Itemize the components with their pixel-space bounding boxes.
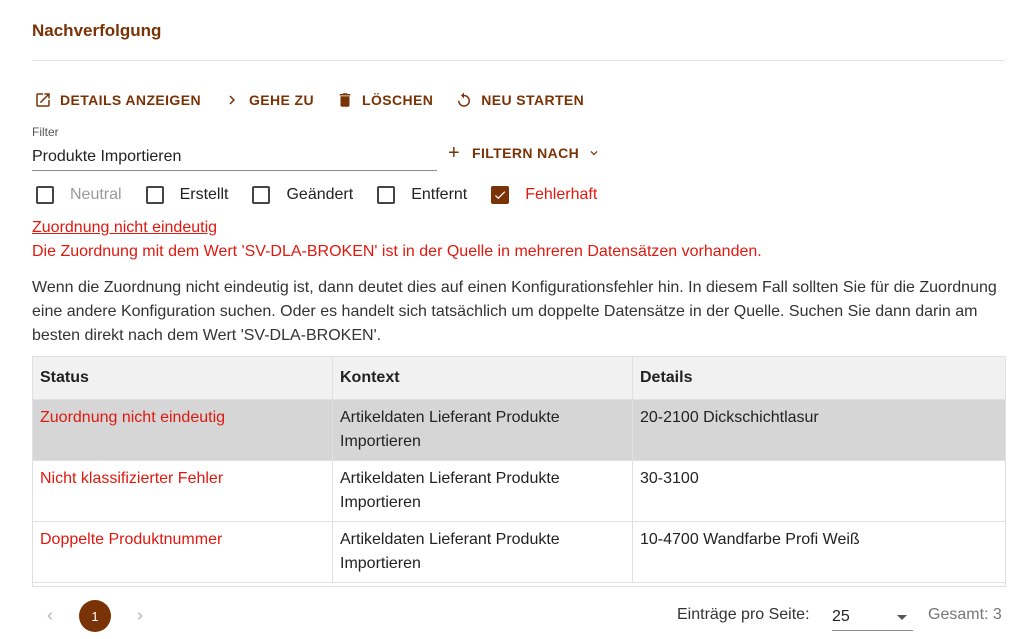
chevron-right-icon [137,612,143,620]
checkmark-icon [495,191,506,200]
filter-fehlerhaft-checkbox[interactable]: Fehlerhaft [491,186,597,204]
results-table: Status Kontext Details Zuordnung nicht e… [32,356,1006,583]
row-context: Artikeldaten Lieferant Produkte Importie… [333,522,633,582]
restart-button[interactable]: NEU STARTEN [453,89,584,111]
trash-icon [334,89,356,111]
row-details: 20-2100 Dickschichtlasur [640,409,819,426]
error-message: Die Zuordnung mit dem Wert 'SV-DLA-BROKE… [32,243,762,260]
table-scroll-edge [32,581,1006,587]
page-title: Nachverfolgung [32,21,162,40]
row-status: Zuordnung nicht eindeutig [33,400,333,460]
column-header-details[interactable]: Details [633,357,1005,399]
filter-fehlerhaft-label: Fehlerhaft [525,186,598,203]
filter-erstellt-checkbox[interactable]: Erstellt [145,186,229,204]
restart-icon [453,89,475,111]
filter-geaendert-label: Geändert [286,186,354,203]
checkbox-box[interactable] [145,186,164,204]
restart-button-label: NEU STARTEN [481,92,585,108]
error-title-link[interactable]: Zuordnung nicht eindeutig [32,219,217,237]
delete-button[interactable]: LÖSCHEN [334,89,433,111]
previous-page-button[interactable] [36,602,64,630]
open-in-new-icon [32,89,54,111]
goto-button-label: GEHE ZU [248,92,314,108]
row-status: Doppelte Produktnummer [33,522,333,582]
total-count: Gesamt: 3 [928,606,1002,623]
goto-button[interactable]: GEHE ZU [221,89,314,111]
chevron-down-icon [587,146,601,160]
table-row[interactable]: Doppelte Produktnummer Artikeldaten Lief… [33,522,1005,583]
filter-geaendert-checkbox[interactable]: Geändert [252,186,353,204]
status-filter-group: Neutral Erstellt Geändert Entfernt Fehle… [36,183,621,207]
filter-erstellt-label: Erstellt [179,186,229,203]
filter-neutral-checkbox[interactable]: Neutral [36,186,122,204]
filter-input[interactable] [32,144,437,171]
pagination: 1 [36,600,154,632]
next-page-button[interactable] [126,602,154,630]
per-page-select[interactable]: 25 [832,604,913,631]
plus-icon: + [447,141,461,164]
checkbox-box[interactable] [252,186,271,204]
checkbox-box[interactable] [377,186,396,204]
table-row[interactable]: Zuordnung nicht eindeutig Artikeldaten L… [33,400,1005,461]
row-context: Artikeldaten Lieferant Produkte Importie… [333,400,633,460]
page-number-button[interactable]: 1 [79,600,111,632]
checkbox-box-checked[interactable] [491,186,510,204]
error-description: Wenn die Zuordnung nicht eindeutig ist, … [32,279,997,344]
row-status: Nicht klassifizierter Fehler [33,461,333,521]
filter-neutral-label: Neutral [70,186,122,203]
filter-label: Filter [32,125,59,139]
filter-entfernt-checkbox[interactable]: Entfernt [377,186,467,204]
column-header-context[interactable]: Kontext [333,357,633,399]
row-context: Artikeldaten Lieferant Produkte Importie… [333,461,633,521]
per-page-label: Einträge pro Seite: [677,606,810,623]
action-toolbar: DETAILS ANZEIGEN GEHE ZU LÖSCHEN NEU STA… [32,88,604,112]
delete-button-label: LÖSCHEN [362,92,434,108]
table-row[interactable]: Nicht klassifizierter Fehler Artikeldate… [33,461,1005,522]
per-page-value: 25 [832,608,850,625]
chevron-left-icon [47,612,53,620]
row-details: 10-4700 Wandfarbe Profi Weiß [640,531,860,548]
dropdown-caret-icon [897,614,907,620]
details-button[interactable]: DETAILS ANZEIGEN [32,89,201,111]
row-details: 30-3100 [640,470,699,487]
checkbox-box[interactable] [36,186,54,204]
details-button-label: DETAILS ANZEIGEN [60,92,201,108]
table-header-row: Status Kontext Details [33,357,1005,400]
filter-by-button[interactable]: + FILTERN NACH [446,141,601,165]
column-header-status[interactable]: Status [33,357,333,399]
chevron-right-icon [221,89,243,111]
filter-entfernt-label: Entfernt [411,186,468,203]
filter-by-label: FILTERN NACH [472,145,580,161]
title-divider [32,60,1005,61]
